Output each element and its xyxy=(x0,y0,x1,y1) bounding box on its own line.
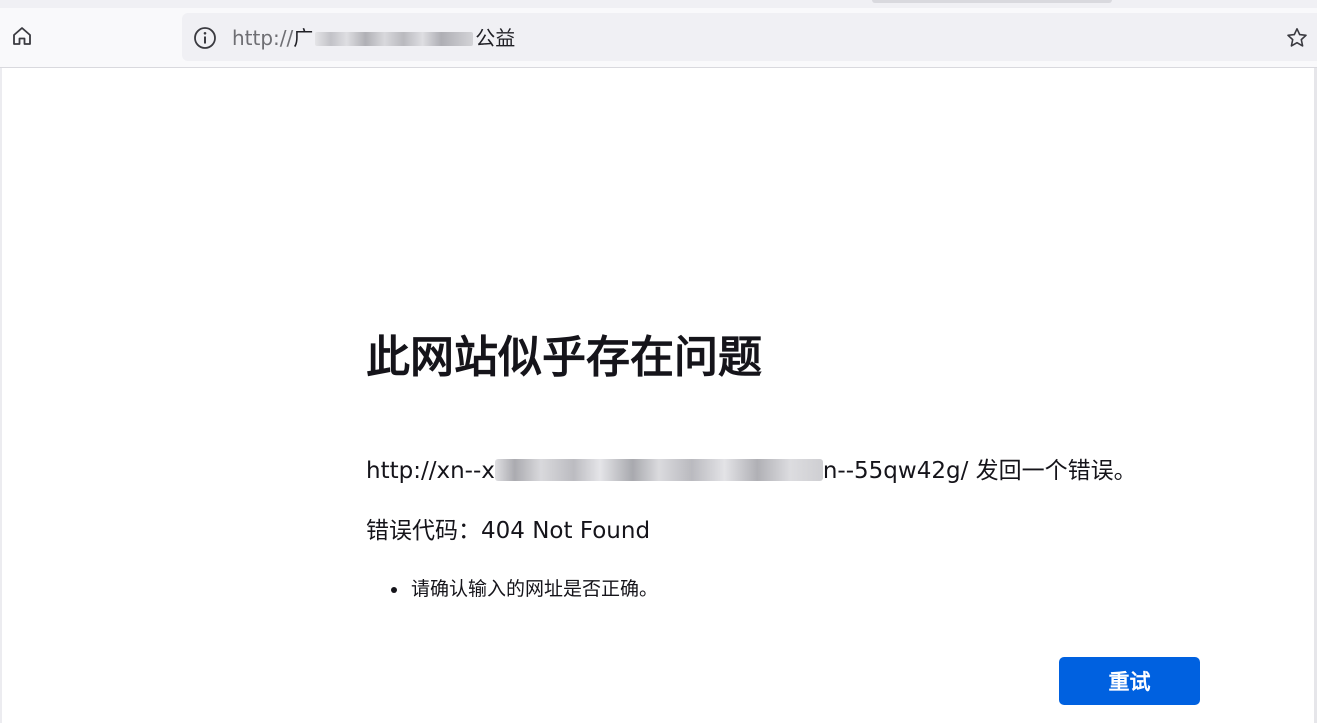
url-redacted-segment xyxy=(315,32,474,46)
window-left-edge xyxy=(0,68,2,723)
url-scheme: http:// xyxy=(232,26,294,50)
bullet-icon xyxy=(391,587,397,593)
error-code: 错误代码：404 Not Found xyxy=(366,518,651,544)
navigation-toolbar: http://广 公益 xyxy=(0,8,1317,68)
error-content: 此网站似乎存在问题 http://xn--x n--55qw42g/ 发回一个错误… xyxy=(366,330,1206,600)
page-title: 此网站似乎存在问题 xyxy=(366,332,762,383)
suggestion-list: 请确认输入的网址是否正确。 xyxy=(366,576,658,602)
suggestion-text: 请确认输入的网址是否正确。 xyxy=(411,578,659,600)
url-host-start: 广 xyxy=(293,26,314,50)
browser-window: http://广 公益 此网站似乎存在问题 http://xn--x n--55qw… xyxy=(0,0,1317,723)
error-description: http://xn--x n--55qw42g/ 发回一个错误。 xyxy=(366,456,1137,486)
star-icon[interactable] xyxy=(1284,25,1310,51)
home-icon xyxy=(10,24,34,53)
retry-button[interactable]: 重试 xyxy=(1059,657,1200,705)
active-tab-edge xyxy=(872,0,1112,3)
info-icon[interactable] xyxy=(192,25,218,51)
error-url-start: http://xn--x xyxy=(366,458,495,484)
url-redacted-segment xyxy=(494,459,823,481)
home-button[interactable] xyxy=(4,20,40,56)
tab-strip xyxy=(0,0,1317,8)
url-text[interactable]: http://广 公益 xyxy=(232,26,515,50)
list-item: 请确认输入的网址是否正确。 xyxy=(366,576,658,602)
error-url-end: n--55qw42g/ 发回一个错误。 xyxy=(822,458,1137,484)
address-bar[interactable]: http://广 公益 xyxy=(182,13,1317,61)
url-host-end: 公益 xyxy=(475,26,516,50)
